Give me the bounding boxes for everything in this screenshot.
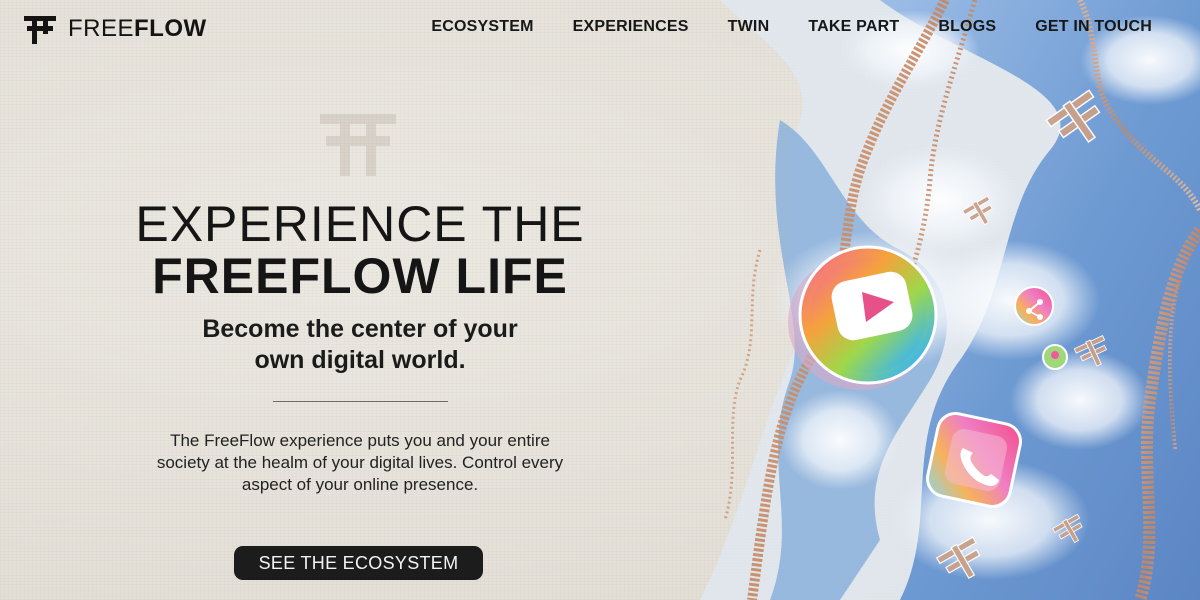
hero-title-line2: FREEFLOW LIFE [152, 248, 568, 304]
brand-logo[interactable]: FREEFLOW [24, 14, 207, 44]
nav-item-twin[interactable]: TWIN [728, 18, 770, 36]
brand-name: FREEFLOW [68, 15, 207, 42]
nav-item-get-in-touch[interactable]: GET IN TOUCH [1035, 18, 1152, 36]
nav-item-experiences[interactable]: EXPERIENCES [573, 18, 689, 36]
see-ecosystem-button[interactable]: SEE THE ECOSYSTEM [234, 546, 483, 580]
hero-title-line1: EXPERIENCE THE [135, 196, 585, 252]
nav-item-take-part[interactable]: TAKE PART [808, 18, 899, 36]
site-header: FREEFLOW ECOSYSTEM EXPERIENCES TWIN TAKE… [0, 0, 1200, 58]
location-pin-icon [1042, 344, 1068, 370]
nav-item-ecosystem[interactable]: ECOSYSTEM [431, 18, 533, 36]
freeflow-logo-icon [24, 16, 56, 44]
hero-section: EXPERIENCE THE FREEFLOW LIFE Become the … [120, 198, 600, 496]
nav-item-blogs[interactable]: BLOGS [938, 18, 996, 36]
hero-tagline: Become the center of your own digital wo… [202, 315, 518, 374]
hero-body-text: The FreeFlow experience puts you and you… [156, 431, 564, 494]
phone-icon [926, 412, 1022, 508]
share-icon [1014, 286, 1054, 326]
main-nav: ECOSYSTEM EXPERIENCES TWIN TAKE PART BLO… [431, 18, 1152, 36]
hero-divider [272, 401, 448, 402]
